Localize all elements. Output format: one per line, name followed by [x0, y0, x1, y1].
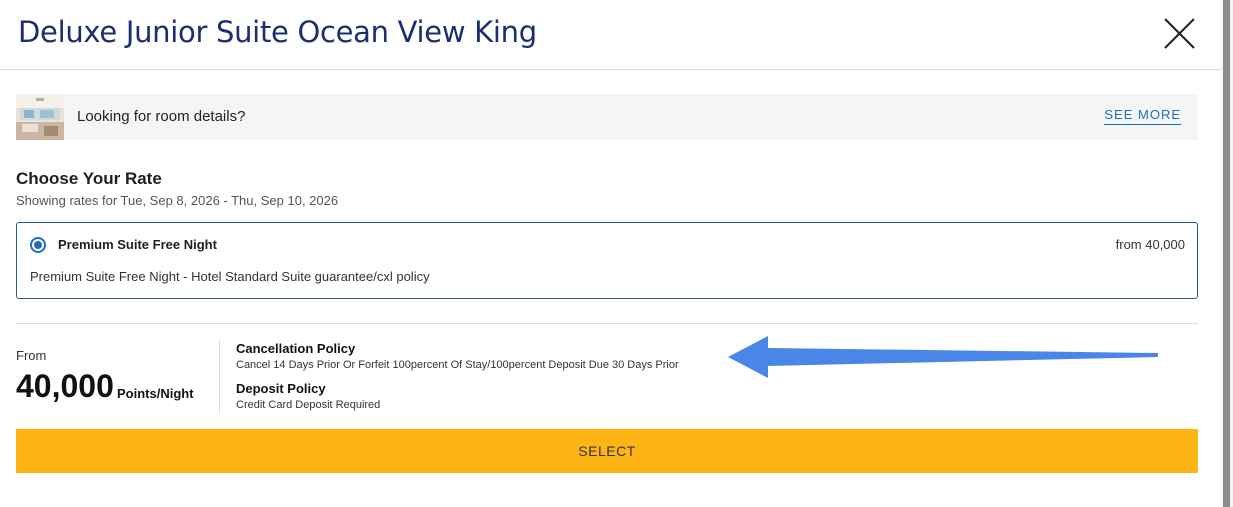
deposit-policy-text: Credit Card Deposit Required [236, 399, 381, 411]
room-photo [16, 94, 64, 140]
cancellation-policy-text: Cancel 14 Days Prior Or Forfeit 100perce… [236, 359, 679, 371]
page-title: Deluxe Junior Suite Ocean View King [18, 15, 537, 49]
date-range-text: Showing rates for Tue, Sep 8, 2026 - Thu… [16, 193, 339, 208]
points-unit: Points/Night [117, 386, 194, 401]
rate-name: Premium Suite Free Night [58, 237, 217, 252]
points-value: 40,000 [16, 368, 114, 404]
summary-divider [219, 340, 220, 413]
choose-rate-heading: Choose Your Rate [16, 169, 162, 188]
cancellation-policy-heading: Cancellation Policy [236, 341, 356, 356]
section-divider [16, 323, 1198, 324]
scrollbar-thumb[interactable] [1223, 0, 1230, 507]
close-icon [1164, 18, 1195, 49]
room-rate-modal: Deluxe Junior Suite Ocean View King Look… [0, 0, 1221, 507]
from-label: From [16, 348, 47, 363]
deposit-policy-heading: Deposit Policy [236, 381, 326, 396]
close-button[interactable] [1163, 16, 1197, 50]
room-details-bar: Looking for room details? SEE MORE [16, 94, 1198, 140]
rate-radio-button[interactable] [30, 237, 46, 253]
scrollbar[interactable] [1221, 0, 1233, 507]
room-details-text: Looking for room details? [77, 108, 246, 125]
select-button[interactable]: SELECT [16, 429, 1198, 473]
rate-option-card[interactable]: Premium Suite Free Night from 40,000 Pre… [16, 222, 1198, 299]
rate-description: Premium Suite Free Night - Hotel Standar… [30, 269, 430, 284]
rate-price: from 40,000 [1115, 237, 1185, 252]
see-more-link[interactable]: SEE MORE [1104, 107, 1181, 125]
modal-header: Deluxe Junior Suite Ocean View King [0, 0, 1221, 70]
